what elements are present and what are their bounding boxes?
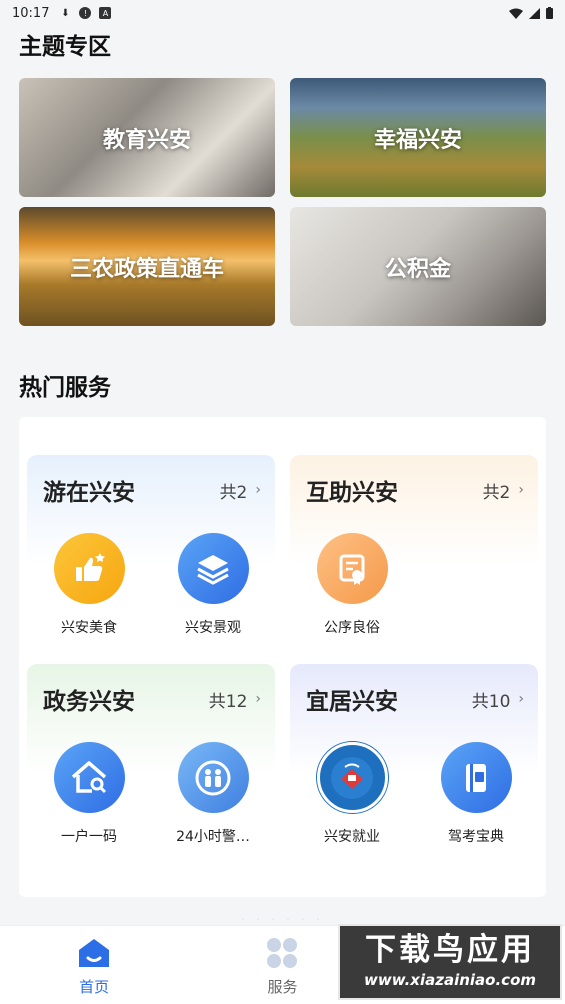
- service-group-name: 政务兴安: [43, 689, 135, 715]
- service-group-header[interactable]: 宜居兴安 共10 ›: [306, 682, 524, 716]
- chevron-right-icon: ›: [255, 691, 261, 707]
- service-group-mutual-aid: 互助兴安 共2 › 公序良俗: [290, 455, 538, 640]
- status-time: 10:17: [12, 5, 50, 21]
- wifi-icon: [509, 8, 523, 19]
- chevron-right-icon: ›: [518, 691, 524, 707]
- service-group-name: 游在兴安: [43, 480, 135, 506]
- grid-icon: [267, 938, 298, 968]
- service-item-24h-police[interactable]: 24小时警…: [163, 742, 263, 846]
- tab-label: 首页: [79, 978, 110, 996]
- service-item-scenery[interactable]: 兴安景观: [163, 533, 263, 637]
- layers-icon: [177, 533, 249, 604]
- service-item-label: 兴安美食: [61, 620, 117, 636]
- watermark-logo: 下载鸟应用 www.xiazainiao.com: [338, 924, 562, 1000]
- service-group-count: 共2: [482, 482, 511, 503]
- service-item-driving-test[interactable]: 驾考宝典: [426, 742, 526, 846]
- alert-icon: !: [79, 7, 92, 19]
- chevron-right-icon: ›: [255, 482, 261, 498]
- service-group-header[interactable]: 游在兴安 共2 ›: [43, 473, 261, 507]
- theme-tile-label: 幸福兴安: [373, 127, 462, 153]
- watermark-title: 下载鸟应用: [365, 932, 535, 968]
- download-icon: ⬇: [61, 7, 70, 19]
- app-notification-icon: A: [99, 7, 112, 19]
- hot-section-title: 热门服务: [19, 375, 111, 401]
- service-group-livable: 宜居兴安 共10 › 兴安就业 驾考宝典: [290, 664, 538, 849]
- service-group-count: 共2: [219, 482, 248, 503]
- theme-section-title: 主题专区: [19, 34, 111, 60]
- people-icon: [177, 742, 249, 813]
- status-bar: 10:17 ⬇ ! A: [0, 0, 565, 26]
- thumbs-up-star-icon: [53, 533, 125, 604]
- service-group-header[interactable]: 互助兴安 共2 ›: [306, 473, 524, 507]
- scroll-seal-icon: [316, 533, 388, 604]
- theme-tile-label: 教育兴安: [102, 127, 191, 153]
- service-group-name: 互助兴安: [306, 480, 398, 506]
- chevron-right-icon: ›: [518, 482, 524, 498]
- service-item-employment[interactable]: 兴安就业: [302, 742, 402, 846]
- theme-grid: 教育兴安 幸福兴安 三农政策直通车 公积金: [19, 78, 546, 326]
- service-group-header[interactable]: 政务兴安 共12 ›: [43, 682, 261, 716]
- driving-book-icon: [440, 742, 512, 813]
- service-group-name: 宜居兴安: [306, 689, 398, 715]
- service-item-label: 公序良俗: [324, 620, 380, 636]
- service-item-label: 一户一码: [61, 829, 117, 845]
- theme-tile-happiness[interactable]: 幸福兴安: [290, 78, 546, 197]
- watermark-url: www.xiazainiao.com: [363, 971, 537, 989]
- service-item-label: 驾考宝典: [448, 829, 504, 845]
- service-group-tourism: 游在兴安 共2 › 兴安美食 兴安景观: [27, 455, 275, 640]
- battery-icon: [546, 7, 553, 19]
- theme-tile-label: 公积金: [384, 256, 451, 282]
- theme-tile-housing-fund[interactable]: 公积金: [290, 207, 546, 326]
- service-item-label: 兴安景观: [185, 620, 241, 636]
- theme-tile-education[interactable]: 教育兴安: [19, 78, 275, 197]
- service-item-household-code[interactable]: 一户一码: [39, 742, 139, 846]
- service-group-government: 政务兴安 共12 › 一户一码 24小时警…: [27, 664, 275, 849]
- service-item-food[interactable]: 兴安美食: [39, 533, 139, 637]
- home-icon: [79, 939, 110, 967]
- service-item-public-order[interactable]: 公序良俗: [302, 533, 402, 637]
- tab-home[interactable]: 首页: [0, 926, 188, 1004]
- house-search-icon: [53, 742, 125, 813]
- tab-label: 服务: [267, 978, 298, 996]
- service-item-label: 兴安就业: [324, 829, 380, 845]
- service-group-count: 共10: [471, 691, 511, 712]
- theme-tile-agriculture-policy[interactable]: 三农政策直通车: [19, 207, 275, 326]
- service-group-count: 共12: [208, 691, 248, 712]
- service-item-label: 24小时警…: [176, 829, 250, 845]
- signal-icon: [529, 7, 540, 19]
- employment-seal-icon: [316, 742, 388, 813]
- theme-tile-label: 三农政策直通车: [69, 256, 224, 282]
- hot-services-card: 游在兴安 共2 › 兴安美食 兴安景观 互助兴安 共2 › 公序良俗 政务兴安 …: [19, 417, 546, 897]
